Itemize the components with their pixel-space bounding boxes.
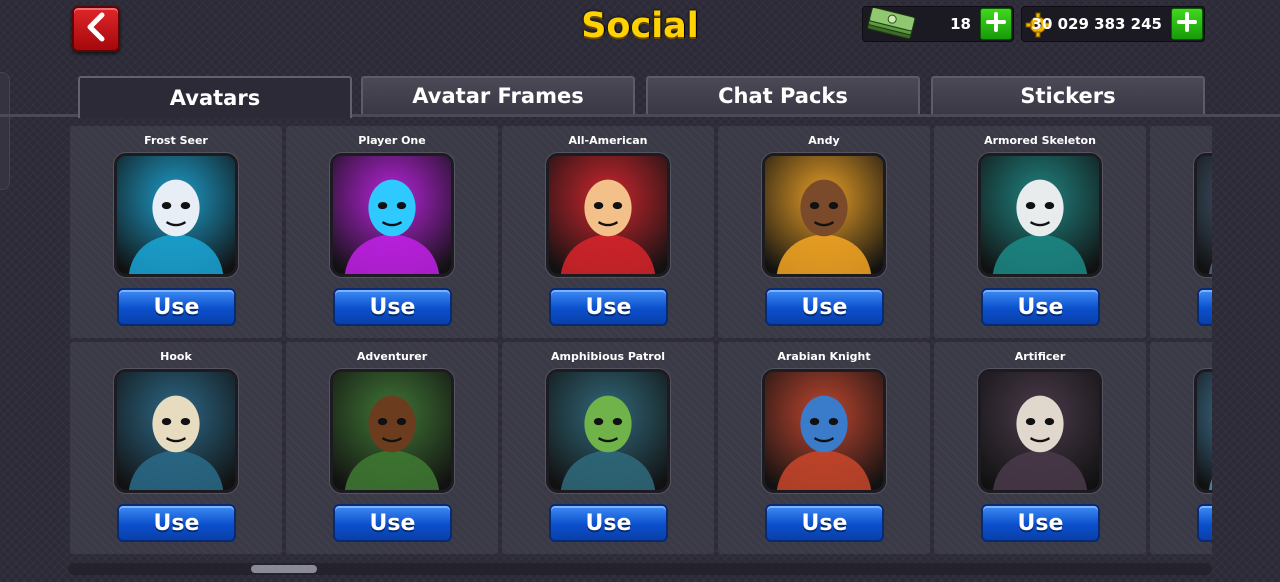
tab-stickers[interactable]: Stickers: [931, 76, 1205, 114]
avatar-card: Frost Seer Use: [70, 126, 282, 338]
use-avatar-button[interactable]: Use: [765, 504, 884, 542]
use-avatar-button[interactable]: Use: [981, 288, 1100, 326]
avatar-name: Arabian Knight: [777, 350, 871, 363]
add-coins-button[interactable]: [1171, 8, 1203, 40]
avatar-name: Artificer: [1014, 350, 1066, 363]
avatar-name: Armored Skeleton: [984, 134, 1096, 147]
use-avatar-button[interactable]: Use: [765, 288, 884, 326]
avatar-card: Armored Skeleton Use: [934, 126, 1146, 338]
avatar-portrait[interactable]: [978, 369, 1102, 493]
use-avatar-button[interactable]: [1197, 288, 1212, 326]
avatar-portrait[interactable]: [1194, 369, 1212, 493]
cash-amount: 18: [950, 15, 971, 33]
avatar-portrait[interactable]: [1194, 153, 1212, 277]
avatar-portrait[interactable]: [330, 153, 454, 277]
avatar-portrait[interactable]: [114, 369, 238, 493]
avatar-name: Frost Seer: [144, 134, 208, 147]
avatar-name: Hook: [160, 350, 192, 363]
avatar-name: Player One: [358, 134, 426, 147]
avatar-card: Arabian Knight Use: [718, 342, 930, 554]
avatar-grid-viewport[interactable]: Frost Seer Use Player One Use All-American Us…: [70, 126, 1212, 556]
avatar-card: Adventurer Use: [286, 342, 498, 554]
avatar-portrait[interactable]: [546, 153, 670, 277]
avatar-grid: Frost Seer Use Player One Use All-American Us…: [70, 126, 1212, 554]
avatar-portrait[interactable]: [546, 369, 670, 493]
avatar-card: Player One Use: [286, 126, 498, 338]
plus-icon: [1177, 12, 1197, 36]
avatar-card: [1150, 126, 1212, 338]
tab-avatar-frames[interactable]: Avatar Frames: [361, 76, 635, 114]
avatar-card: Hook Use: [70, 342, 282, 554]
cash-balance: 18: [862, 6, 1014, 42]
use-avatar-button[interactable]: [1197, 504, 1212, 542]
avatar-card: Amphibious Patrol Use: [502, 342, 714, 554]
plus-icon: [986, 12, 1006, 36]
avatar-portrait[interactable]: [762, 153, 886, 277]
avatar-portrait[interactable]: [330, 369, 454, 493]
use-avatar-button[interactable]: Use: [333, 504, 452, 542]
use-avatar-button[interactable]: Use: [549, 504, 668, 542]
use-avatar-button[interactable]: Use: [117, 288, 236, 326]
cash-stack-icon: [865, 6, 917, 44]
avatar-card: Artificer Use: [934, 342, 1146, 554]
coin-balance: 30 029 383 245: [1021, 6, 1205, 42]
tab-chat-packs[interactable]: Chat Packs: [646, 76, 920, 114]
coin-amount: 30 029 383 245: [1031, 15, 1162, 33]
add-cash-button[interactable]: [980, 8, 1012, 40]
use-avatar-button[interactable]: Use: [549, 288, 668, 326]
avatar-card: Andy Use: [718, 126, 930, 338]
use-avatar-button[interactable]: Use: [117, 504, 236, 542]
use-avatar-button[interactable]: Use: [981, 504, 1100, 542]
avatar-portrait[interactable]: [978, 153, 1102, 277]
side-drawer-handle[interactable]: [0, 72, 10, 190]
avatar-name: All-American: [568, 134, 648, 147]
scrollbar-thumb[interactable]: [251, 565, 317, 573]
use-avatar-button[interactable]: Use: [333, 288, 452, 326]
avatar-portrait[interactable]: [114, 153, 238, 277]
avatar-card: All-American Use: [502, 126, 714, 338]
avatar-name: Amphibious Patrol: [550, 350, 666, 363]
tab-avatars[interactable]: Avatars: [78, 76, 352, 118]
avatar-card: [1150, 342, 1212, 554]
avatar-name: Andy: [808, 134, 840, 147]
horizontal-scrollbar[interactable]: [68, 563, 1212, 575]
avatar-name: Adventurer: [356, 350, 428, 363]
avatar-portrait[interactable]: [762, 369, 886, 493]
